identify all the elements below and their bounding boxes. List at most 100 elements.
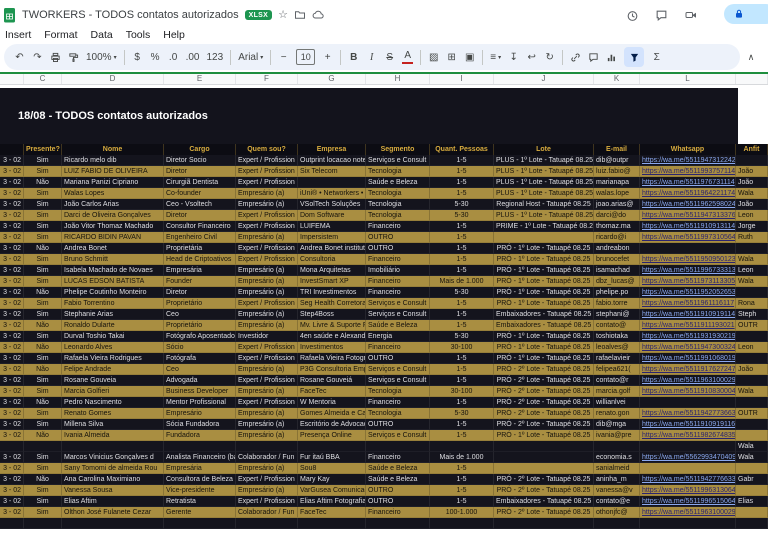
cell-email[interactable] [594,518,640,529]
cell-segmento[interactable]: Tecnologia [366,166,430,177]
header-cell[interactable]: Segmento [366,144,430,155]
cell-quant[interactable]: Mais de 1.000 [430,276,494,287]
cell-anfit[interactable]: Gabr [736,474,768,485]
cell-whatsapp[interactable]: https://wa.me/5511947312242 [640,155,736,166]
header-cell[interactable]: Whatsapp [640,144,736,155]
cell-nome[interactable]: Darci de Oliveira Gonçalves [62,210,164,221]
cell-date[interactable]: 3 - 02 [0,342,24,353]
cell-empresa[interactable]: Mary Kay [298,474,366,485]
cell-empresa[interactable]: Fur itaú BBA [298,452,366,463]
cell-empresa[interactable]: Andrea Bonet instituto [298,243,366,254]
cell-empresa[interactable]: Elias Aftim Fotografia [298,496,366,507]
cell-quem[interactable]: Expert / Profission [236,474,298,485]
whatsapp-link[interactable]: https://wa.me/5511910830004 [642,388,736,395]
cell-empresa[interactable]: Mona Arquitetas [298,265,366,276]
column-letter[interactable] [736,74,768,84]
cell-segmento[interactable]: Energia [366,331,430,342]
cell-date[interactable]: 3 - 02 [0,485,24,496]
cell-quant[interactable]: 1-5 [430,243,494,254]
cell-quant[interactable]: 1-5 [430,397,494,408]
text-color-button[interactable]: A [402,50,413,64]
cell-anfit[interactable] [736,518,768,529]
cell-lote[interactable]: PRÓ - 1º Lote - Tatuapé 08.25 [494,298,594,309]
cell-segmento[interactable]: Financeiro [366,397,430,408]
cell-empresa[interactable]: FaceTec [298,386,366,397]
cell-nome[interactable]: Marcia Golfieri [62,386,164,397]
cell-anfit[interactable]: Wala [736,441,768,452]
cell-cargo[interactable]: Empresária [164,463,236,474]
cell-segmento[interactable]: Financeiro [366,342,430,353]
cell-lote[interactable]: PRÓ - 1º Lote - Tatuapé 08.25 [494,243,594,254]
cell-segmento[interactable]: Serviços e Consult [366,375,430,386]
cell-cargo[interactable]: Diretor Socio [164,155,236,166]
cell-quant[interactable]: 5-30 [430,331,494,342]
text-wrap-button[interactable]: ↩ [526,48,537,66]
cell-segmento[interactable]: Financeiro [366,452,430,463]
whatsapp-link[interactable]: https://wa.me/5511997310564 [642,234,736,241]
undo-button[interactable]: ↶ [14,48,25,66]
collapse-toolbar-button[interactable]: ∧ [740,52,762,63]
cell-nome[interactable]: Bruno Schmitt [62,254,164,265]
cell-quant[interactable]: 1-5 [430,474,494,485]
cell-segmento[interactable]: Serviços e Consult [366,155,430,166]
cell-anfit[interactable] [736,155,768,166]
cell-nome[interactable]: Ricardo melo dib [62,155,164,166]
cell-presente[interactable]: Sim [24,265,62,276]
cell-email[interactable]: walas.lope [594,188,640,199]
cell-nome[interactable]: Mariana Panizi Cipriano [62,177,164,188]
cell-lote[interactable]: Embaixadores - Tatuapé 08.25 [494,496,594,507]
cell-quant[interactable]: 30-100 [430,386,494,397]
whatsapp-link[interactable]: https://wa.me/5511961116117 [642,300,734,307]
cell-email[interactable]: phelipe.po [594,287,640,298]
cell-quant[interactable]: 1-5 [430,155,494,166]
cell-anfit[interactable]: João [736,177,768,188]
cell-anfit[interactable]: Steph [736,309,768,320]
cell-quant[interactable]: 5-30 [430,408,494,419]
cell-email[interactable]: willianlvei [594,397,640,408]
cell-email[interactable]: thomaz.ma [594,221,640,232]
cell-quant[interactable]: 30-100 [430,342,494,353]
comments-icon[interactable] [655,9,668,22]
whatsapp-link[interactable]: https://wa.me/5511952052653 [642,289,736,296]
cell-lote[interactable]: PRÓ - 2º Lote - Tatuapé 08.25 [494,364,594,375]
cell-whatsapp[interactable]: https://wa.me/5511910919114 [640,309,736,320]
cell-whatsapp[interactable]: https://wa.me/5511982674835 [640,430,736,441]
cell-cargo[interactable]: Head de Criptoativos [164,254,236,265]
whatsapp-link[interactable]: https://wa.me/5511942773663 [642,410,736,417]
cell-segmento[interactable]: Saúde e Beleza [366,463,430,474]
column-letter[interactable] [0,74,24,84]
cell-quem[interactable]: Empresário (a) [236,188,298,199]
cell-quant[interactable]: 1-5 [430,364,494,375]
cell-cargo[interactable]: Consultora de Beleza e Imag [164,474,236,485]
cell-segmento[interactable]: Tecnologia [366,188,430,199]
cell-nome[interactable] [62,518,164,529]
cell-empresa[interactable]: 4en saúde e Alexandria E [298,331,366,342]
cell-whatsapp[interactable]: https://wa.me/5511952052653 [640,287,736,298]
cell-anfit[interactable] [736,353,768,364]
header-cell[interactable]: Anfit [736,144,768,155]
cell-nome[interactable]: RICARDO BIDIN PAVAN [62,232,164,243]
cell-segmento[interactable]: Tecnologia [366,386,430,397]
insert-comment-button[interactable] [588,48,599,66]
cell-quem[interactable]: Colaborador / Fun [236,507,298,518]
cell-presente[interactable]: Sim [24,463,62,474]
cell-anfit[interactable]: Wala [736,276,768,287]
cell-whatsapp[interactable] [640,463,736,474]
cell-lote[interactable]: PRÓ - 1º Lote - Tatuapé 08.25 [494,430,594,441]
cell-quant[interactable] [430,518,494,529]
cell-lote[interactable]: PRÓ - 1º Lote - Tatuapé 08.25 [494,331,594,342]
cell-quem[interactable]: Expert / Profission [236,177,298,188]
whatsapp-link[interactable]: https://wa.me/5511996313064 [642,487,736,494]
cell-lote[interactable] [494,463,594,474]
cell-nome[interactable]: Stephanie Arias [62,309,164,320]
cell-quem[interactable]: Empresário (a) [236,364,298,375]
cell-cargo[interactable] [164,441,236,452]
header-cell[interactable] [0,144,24,155]
cell-date[interactable]: 3 - 02 [0,287,24,298]
cell-email[interactable]: contato@e [594,496,640,507]
cell-lote[interactable]: PRÓ - 2º Lote - Tatuapé 08.25 [494,507,594,518]
whatsapp-link[interactable]: https://wa.me/5511947313376 [642,212,736,219]
cell-lote[interactable]: Embaixadores - Tatuapé 08.25 [494,309,594,320]
cell-whatsapp[interactable]: https://wa.me/5511997310564 [640,232,736,243]
whatsapp-link[interactable]: https://wa.me/5511963100029 [642,377,736,384]
